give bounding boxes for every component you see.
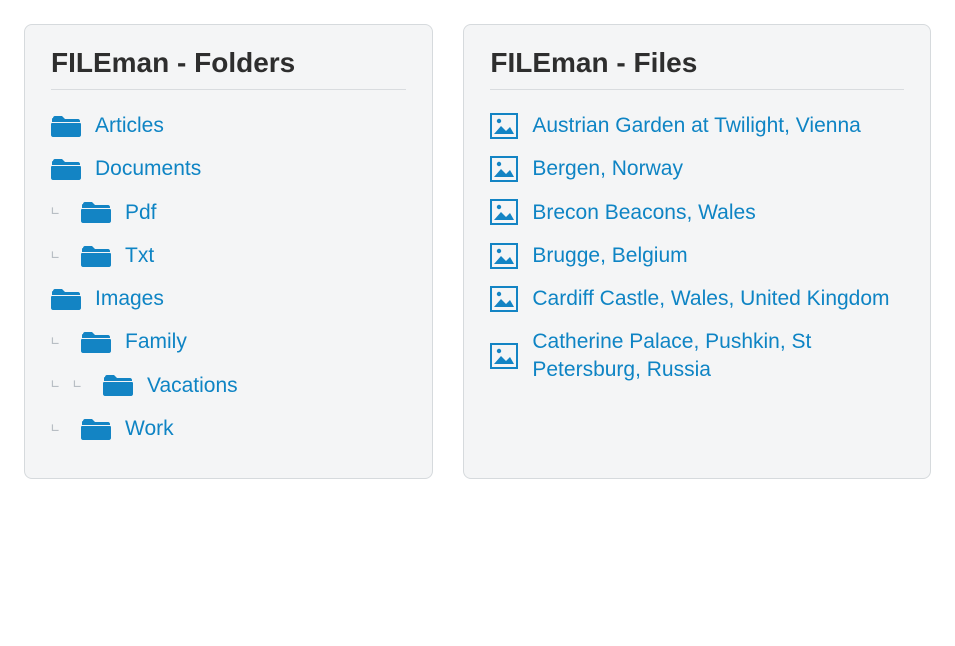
- folder-icon: [51, 287, 81, 311]
- folder-link[interactable]: Images: [95, 285, 164, 312]
- folder-link[interactable]: Documents: [95, 155, 201, 182]
- tree-indent: ∟: [51, 421, 67, 437]
- folder-icon: [81, 244, 111, 268]
- folders-panel-title: FILEman - Folders: [51, 47, 406, 90]
- folder-icon: [81, 200, 111, 224]
- tree-indent: ∟: [51, 334, 67, 350]
- file-link[interactable]: Cardiff Castle, Wales, United Kingdom: [532, 285, 889, 312]
- image-icon: [490, 113, 518, 139]
- image-icon: [490, 343, 518, 369]
- folder-item[interactable]: ∟∟ Vacations: [51, 364, 406, 407]
- files-panel: FILEman - Files Austrian Garden at Twili…: [463, 24, 931, 479]
- tree-indent: ∟: [51, 248, 67, 264]
- folder-item[interactable]: ∟ Family: [51, 320, 406, 363]
- file-item[interactable]: Cardiff Castle, Wales, United Kingdom: [490, 277, 904, 320]
- folder-item[interactable]: ∟ Pdf: [51, 191, 406, 234]
- tree-indent: ∟∟: [51, 377, 89, 393]
- file-link[interactable]: Brugge, Belgium: [532, 242, 687, 269]
- file-link[interactable]: Austrian Garden at Twilight, Vienna: [532, 112, 860, 139]
- folder-link[interactable]: Articles: [95, 112, 164, 139]
- folder-item[interactable]: Images: [51, 277, 406, 320]
- file-item[interactable]: Bergen, Norway: [490, 147, 904, 190]
- files-panel-title: FILEman - Files: [490, 47, 904, 90]
- folder-item[interactable]: Articles: [51, 104, 406, 147]
- folder-icon: [81, 330, 111, 354]
- image-icon: [490, 243, 518, 269]
- file-item[interactable]: Austrian Garden at Twilight, Vienna: [490, 104, 904, 147]
- image-icon: [490, 199, 518, 225]
- folder-link[interactable]: Family: [125, 328, 187, 355]
- image-icon: [490, 286, 518, 312]
- folder-icon: [81, 417, 111, 441]
- image-icon: [490, 156, 518, 182]
- folder-item[interactable]: ∟ Work: [51, 407, 406, 450]
- folder-item[interactable]: Documents: [51, 147, 406, 190]
- file-link[interactable]: Bergen, Norway: [532, 155, 683, 182]
- file-item[interactable]: Brugge, Belgium: [490, 234, 904, 277]
- file-item[interactable]: Brecon Beacons, Wales: [490, 191, 904, 234]
- files-list: Austrian Garden at Twilight, Vienna Berg…: [490, 104, 904, 391]
- folder-icon: [51, 114, 81, 138]
- folder-link[interactable]: Work: [125, 415, 174, 442]
- tree-indent: ∟: [51, 204, 67, 220]
- file-item[interactable]: Catherine Palace, Pushkin, St Petersburg…: [490, 320, 904, 391]
- folder-link[interactable]: Txt: [125, 242, 154, 269]
- folder-icon: [51, 157, 81, 181]
- folder-link[interactable]: Pdf: [125, 199, 157, 226]
- file-link[interactable]: Brecon Beacons, Wales: [532, 199, 755, 226]
- file-link[interactable]: Catherine Palace, Pushkin, St Petersburg…: [532, 328, 904, 383]
- folders-panel: FILEman - Folders Articles Documents ∟ P…: [24, 24, 433, 479]
- folder-icon: [103, 373, 133, 397]
- folders-list: Articles Documents ∟ Pdf ∟ Txt: [51, 104, 406, 450]
- folder-link[interactable]: Vacations: [147, 372, 238, 399]
- folder-item[interactable]: ∟ Txt: [51, 234, 406, 277]
